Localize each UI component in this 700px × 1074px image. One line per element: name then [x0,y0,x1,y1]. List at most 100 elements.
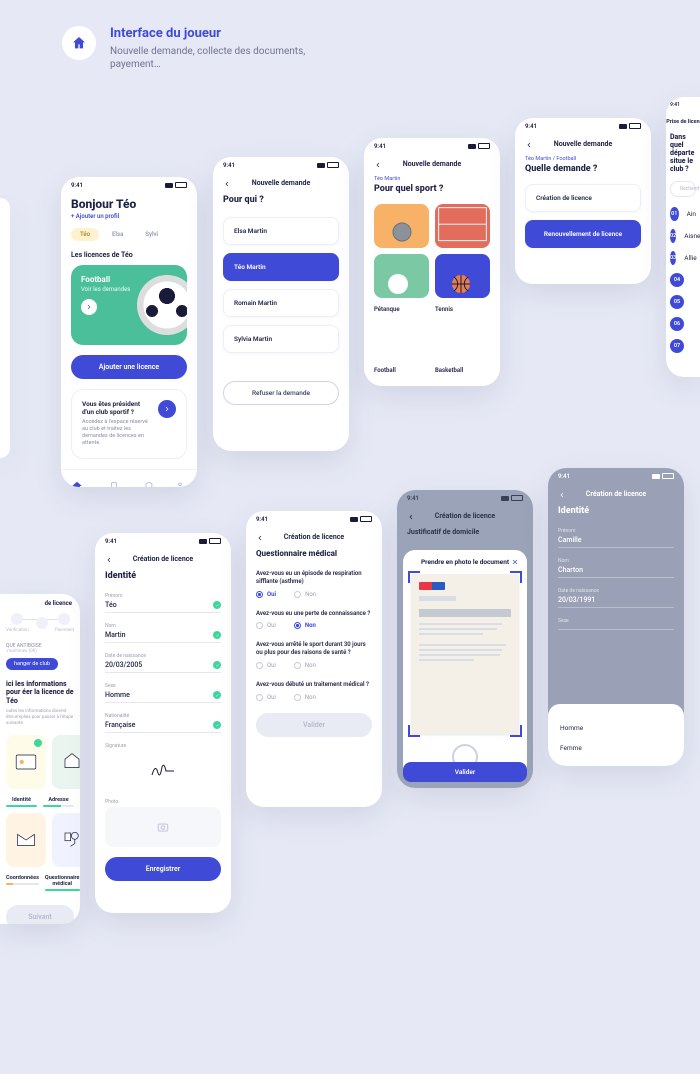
add-profile-link[interactable]: + Ajouter un profil [71,213,187,220]
gender-homme[interactable]: Homme [560,718,672,738]
dob-field[interactable]: 20/03/2005 [105,661,221,673]
bottom-nav: Accueil Documents Club Compte [61,469,197,487]
sexe-field[interactable] [558,626,674,630]
question: Quelle demande ? [525,164,641,174]
card-coordonnees[interactable] [6,813,46,867]
nat-field[interactable]: Française [105,721,221,733]
q1-oui[interactable]: Oui [256,591,276,598]
screen-title: Création de licence [246,527,382,549]
dep-06[interactable]: 06 [670,317,696,331]
heading: Questionnaire médical [256,549,372,558]
dep-01[interactable]: 01Ain [670,207,696,221]
card-medical[interactable] [52,813,80,867]
next-button[interactable]: Suivant [6,905,74,924]
sport-football[interactable] [374,254,429,298]
renouvellement-licence[interactable]: Renouvellement de licence [525,220,641,248]
nom-field[interactable]: Charton [558,566,674,578]
add-licence-button[interactable]: Ajouter une licence [71,355,187,379]
change-club-button[interactable]: hanger de club [6,658,58,670]
refuse-button[interactable]: Refuser la demande [223,381,339,405]
nom-field[interactable]: Martin [105,631,221,643]
header-title: Interface du joueur [110,26,330,41]
save-button[interactable]: Enregistrer [105,857,221,881]
back-icon[interactable] [105,556,113,564]
screen-title: Nouvelle demande [364,154,500,176]
president-card[interactable]: Vous êtes président d'un club sportif ? … [71,389,187,459]
person-elsa[interactable]: Elsa Martin [223,217,339,245]
nav-home[interactable]: Accueil [70,481,85,487]
dep-05[interactable]: 05 [670,295,696,309]
soccer-ball-icon [137,275,187,335]
dob-field[interactable]: 20/03/1991 [558,596,674,608]
creation-licence[interactable]: Création de licence [525,184,641,212]
q3-non[interactable]: Non [294,662,316,669]
dep-07[interactable]: 07 [670,339,696,353]
status-bar: 9:41 [364,138,500,154]
q2-oui[interactable]: Oui [256,622,276,629]
dep-02[interactable]: 02Aisne [670,229,696,243]
photo-upload[interactable] [105,807,221,847]
question: Dans quel départe situe le club ? [670,133,696,173]
back-icon[interactable] [525,141,533,149]
q1-non[interactable]: Non [294,591,316,598]
status-bar: 9:41 [397,490,533,506]
licences-title: Les licences de Téo [71,251,187,259]
prenom-field[interactable]: Téo [105,601,221,613]
validate-button[interactable]: Valider [256,713,372,737]
sport-petanque[interactable] [374,204,429,248]
back-icon[interactable] [558,491,566,499]
nav-club[interactable]: Club [144,481,154,487]
q4-oui[interactable]: Oui [256,694,276,701]
search-input[interactable]: Rechercher [670,181,696,197]
gender-femme[interactable]: Femme [560,738,672,758]
q4-non[interactable]: Non [294,694,316,701]
person-teo[interactable]: Téo Martin [223,253,339,281]
sport-basketball[interactable] [435,254,490,298]
arrow-icon [81,299,97,315]
status-bar: 9:41 [61,177,197,193]
dep-03[interactable]: 03Allie [670,251,696,265]
tab-teo[interactable]: Téo [71,228,99,241]
prenom-field[interactable]: Camille [558,536,674,548]
screen-title: Prise de licen [666,113,700,133]
person-romain[interactable]: Romain Martin [223,289,339,317]
status-bar: 9:41 [515,118,651,134]
page-header: Interface du joueur Nouvelle demande, co… [62,26,330,71]
gender-sheet: Homme Femme [548,704,684,766]
screen-sliver [0,198,10,458]
q2-non[interactable]: Non [294,622,316,629]
tab-sylvi[interactable]: Sylvi [136,228,167,241]
sheet-title: Prendre en photo le document [403,550,527,574]
card-adresse[interactable]: 4/7 [52,735,80,789]
card-identite[interactable] [6,735,46,789]
signature-field[interactable] [105,751,221,789]
headline: ici les informations pour éer la licence… [6,680,74,705]
screen-scan: 9:41 Création de licence Justificatif de… [397,490,533,788]
sexe-field[interactable]: Homme [105,691,221,703]
screen-title: de licence [0,594,80,613]
licence-card-football[interactable]: Football Voir les demandes [71,265,187,345]
status-bar: 9:41 [548,468,684,484]
person-sylvia[interactable]: Sylvia Martin [223,325,339,353]
validate-button[interactable]: Valider [403,762,527,782]
back-icon[interactable] [223,180,231,188]
status-bar: 9:41 [95,533,231,549]
nav-documents[interactable]: Documents [103,481,126,487]
sport-tennis[interactable] [435,204,490,248]
dep-04[interactable]: 04 [670,273,696,287]
back-icon[interactable] [374,161,382,169]
arrow-icon [158,400,176,418]
back-icon[interactable] [407,513,415,521]
q3-oui[interactable]: Oui [256,662,276,669]
tab-elsa[interactable]: Elsa [103,228,132,241]
breadcrumb: Téo Martin / Football [525,156,641,162]
heading: Identité [105,571,221,581]
screen-type-demande: 9:41 Nouvelle demande Téo Martin / Footb… [515,118,651,284]
question: Pour quel sport ? [374,184,490,194]
nav-account[interactable]: Compte [172,481,188,487]
question: Pour qui ? [223,195,339,205]
screen-title: Création de licence [397,506,533,528]
close-icon[interactable] [511,558,519,566]
screen-home: 9:41 Bonjour Téo + Ajouter un profil Téo… [61,177,197,487]
back-icon[interactable] [256,534,264,542]
